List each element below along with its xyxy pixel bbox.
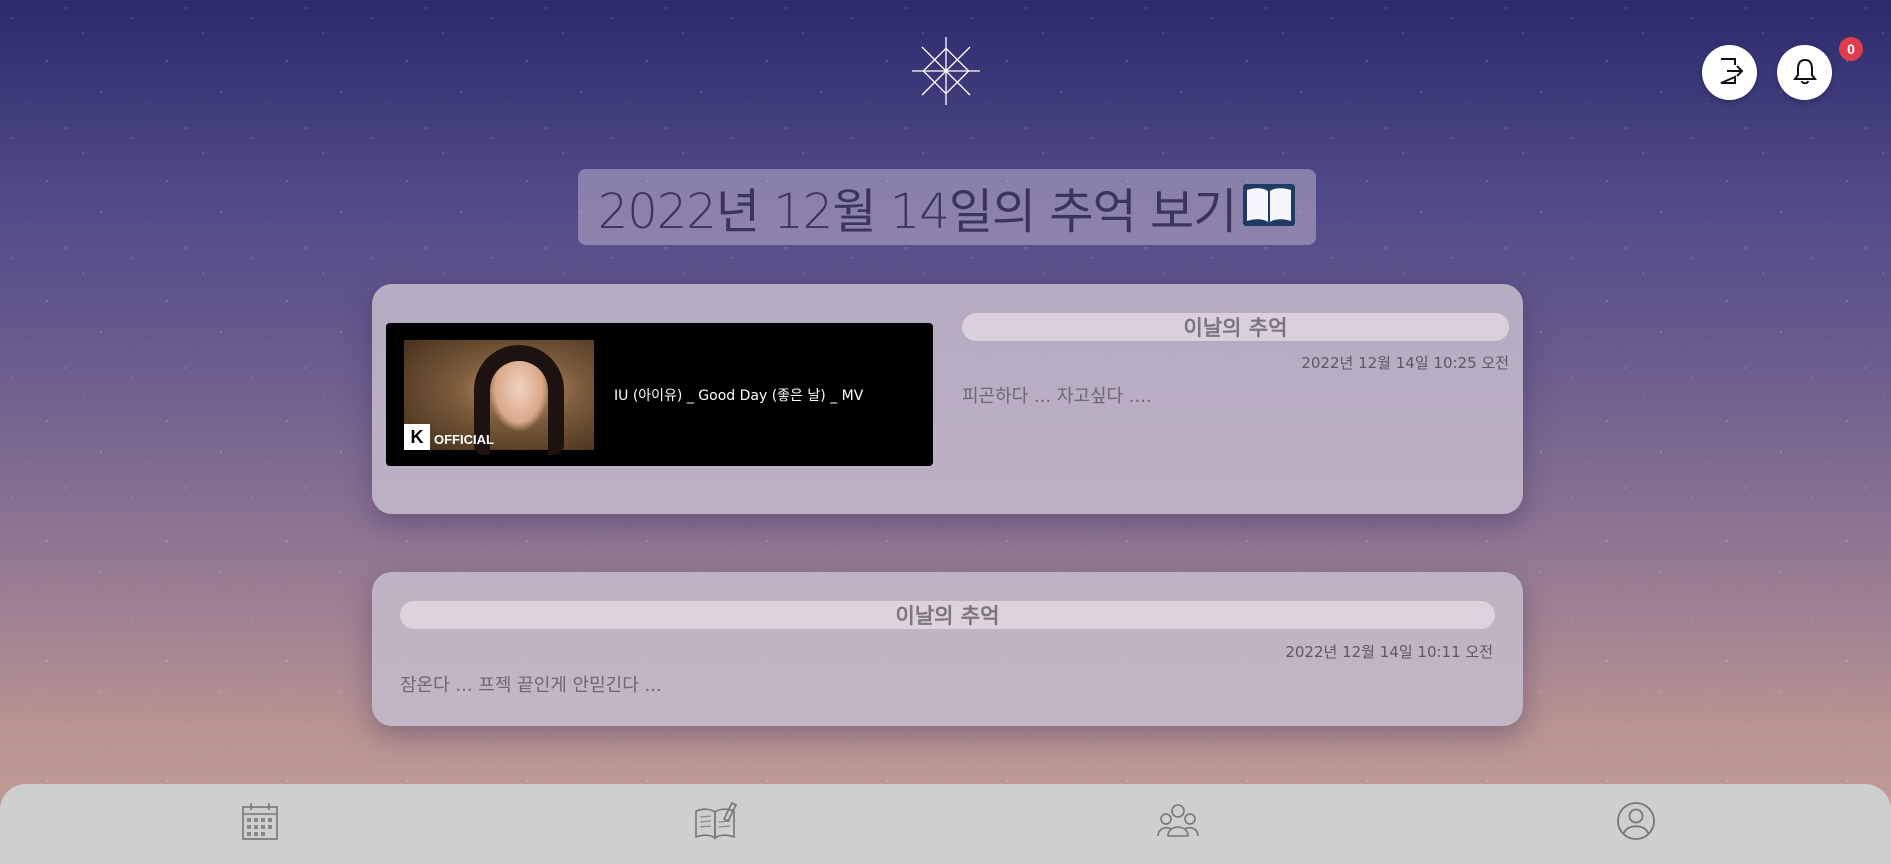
calendar-icon: [241, 801, 279, 845]
nav-calendar[interactable]: [239, 802, 281, 844]
memory-date: 2022년 12월 14일 10:11 오전: [1285, 643, 1493, 661]
memory-date: 2022년 12월 14일 10:25 오전: [1301, 354, 1509, 372]
memory-card: K OFFICIAL IU (아이유) _ Good Day (좋은 날) _ …: [372, 284, 1523, 514]
diary-icon: [694, 801, 738, 845]
video-brand-logo: K: [404, 424, 430, 450]
video-brand-label: OFFICIAL: [434, 432, 494, 447]
bottom-navigation: [0, 784, 1891, 864]
page-title-box: 2022년 12월 14일의 추억 보기: [578, 169, 1316, 245]
nav-diary[interactable]: [694, 801, 738, 845]
video-thumbnail: K OFFICIAL: [404, 340, 594, 455]
open-book-icon: [1242, 182, 1296, 232]
memory-heading: 이날의 추억: [400, 601, 1495, 629]
nav-friends[interactable]: [1157, 802, 1199, 844]
logout-button[interactable]: [1702, 45, 1757, 100]
logout-icon: [1715, 56, 1745, 90]
memory-card: 이날의 추억 2022년 12월 14일 10:11 오전 잠온다 ... 프젝…: [372, 572, 1523, 726]
page-title: 2022년 12월 14일의 추억 보기: [597, 184, 1238, 240]
memory-text: 잠온다 ... 프젝 끝인게 안믿긴다 ...: [400, 675, 662, 696]
notification-badge: 0: [1839, 37, 1863, 61]
friends-icon: [1157, 802, 1199, 844]
video-title[interactable]: IU (아이유) _ Good Day (좋은 날) _ MV: [614, 385, 863, 405]
logo-star-icon[interactable]: [910, 35, 982, 107]
bell-icon: [1790, 56, 1820, 90]
nav-profile[interactable]: [1615, 802, 1657, 844]
memory-text: 피곤하다 ... 자고싶다 ....: [962, 386, 1152, 407]
profile-icon: [1616, 801, 1656, 845]
memory-heading: 이날의 추억: [962, 313, 1509, 341]
notification-button[interactable]: [1777, 45, 1832, 100]
video-embed[interactable]: K OFFICIAL IU (아이유) _ Good Day (좋은 날) _ …: [386, 323, 933, 466]
